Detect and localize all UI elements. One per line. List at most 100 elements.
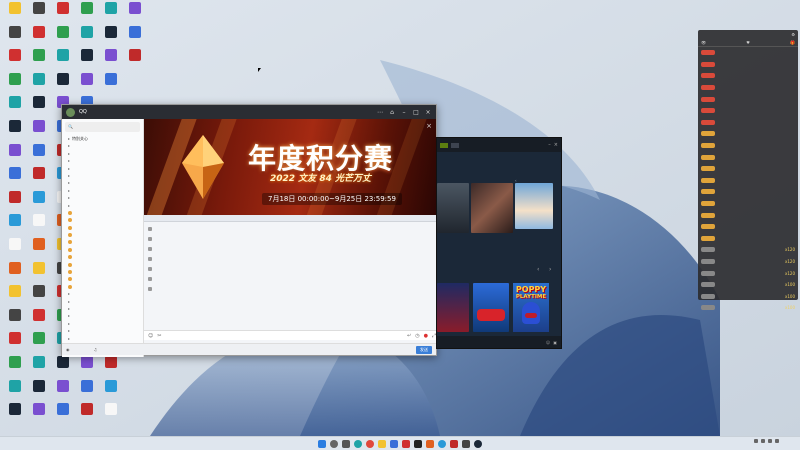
- contact-group[interactable]: [62, 142, 143, 149]
- desktop-shortcut-icon[interactable]: [28, 2, 50, 26]
- desktop-shortcut-icon[interactable]: [28, 72, 50, 97]
- steam-minimize-icon[interactable]: –: [548, 142, 551, 148]
- chat-settings-icon[interactable]: ⚙: [791, 32, 795, 37]
- desktop-shortcut-icon[interactable]: [76, 25, 98, 50]
- contact-group[interactable]: [62, 305, 143, 312]
- desktop-shortcut-icon[interactable]: [100, 72, 122, 97]
- app-icon-3[interactable]: [426, 439, 434, 448]
- contact-group[interactable]: [62, 335, 143, 342]
- contact-group[interactable]: 特别关心: [62, 135, 143, 142]
- desktop-shortcut-icon[interactable]: [4, 25, 26, 50]
- contact-search-input[interactable]: 🔍: [65, 122, 140, 132]
- desktop-shortcut-icon[interactable]: [28, 143, 50, 168]
- tray-chevron-icon[interactable]: [754, 439, 758, 443]
- desktop-shortcut-icon[interactable]: [28, 25, 50, 50]
- steam-status-chip[interactable]: [440, 142, 448, 148]
- contact-item[interactable]: [62, 216, 143, 223]
- maximize-icon[interactable]: □: [412, 109, 420, 116]
- desktop-shortcut-icon[interactable]: [100, 2, 122, 26]
- contact-group[interactable]: [62, 194, 143, 201]
- desktop-shortcut-icon[interactable]: [28, 356, 50, 380]
- contact-group[interactable]: [62, 312, 143, 319]
- desktop-shortcut-icon[interactable]: [4, 332, 26, 356]
- featured-game-tile-main[interactable]: [471, 183, 513, 233]
- desktop-shortcut-icon[interactable]: [28, 49, 50, 73]
- start-windows-icon[interactable]: [318, 439, 326, 448]
- store-icon[interactable]: [390, 439, 398, 448]
- desktop-shortcut-icon[interactable]: [124, 49, 146, 73]
- desktop-shortcut-icon[interactable]: [52, 2, 74, 26]
- game-tile-poppy-playtime[interactable]: POPPY PLAYTIME: [513, 283, 549, 332]
- send-button[interactable]: 发送: [416, 345, 432, 354]
- steam-toolbar[interactable]: – ×: [437, 138, 561, 152]
- desktop-shortcut-icon[interactable]: [76, 49, 98, 73]
- contact-item[interactable]: [62, 231, 143, 238]
- desktop-shortcut-icon[interactable]: [28, 285, 50, 309]
- app-icon-1[interactable]: [402, 439, 410, 448]
- network-icon[interactable]: [768, 439, 772, 443]
- qq-chat-window[interactable]: QQ ⋯ ⌂ – □ × 🔍 特别关心 年度积分赛 2022 文友 84 光芒万…: [61, 104, 437, 357]
- desktop-shortcut-icon[interactable]: [52, 356, 74, 380]
- contact-item[interactable]: [62, 209, 143, 216]
- search-icon[interactable]: [330, 439, 338, 448]
- desktop-shortcut-icon[interactable]: [4, 285, 26, 309]
- desktop-shortcut-icon[interactable]: [4, 403, 26, 427]
- desktop-shortcut-icon[interactable]: [28, 238, 50, 262]
- contact-item[interactable]: [62, 238, 143, 245]
- contact-group[interactable]: [62, 320, 143, 327]
- desktop-shortcut-icon[interactable]: [4, 356, 26, 380]
- desktop-shortcut-icon[interactable]: [28, 403, 50, 427]
- desktop-shortcut-icon[interactable]: [28, 214, 50, 238]
- contact-group[interactable]: [62, 290, 143, 297]
- desktop-shortcut-icon[interactable]: [76, 379, 98, 404]
- desktop-shortcut-icon[interactable]: [76, 72, 98, 97]
- desktop-shortcut-icon[interactable]: [4, 120, 26, 144]
- desktop-shortcut-icon[interactable]: [4, 214, 26, 238]
- profile-avatar-icon[interactable]: ◉: [66, 347, 70, 352]
- desktop-shortcut-icon[interactable]: [124, 2, 146, 26]
- contact-group[interactable]: [62, 150, 143, 157]
- contact-item[interactable]: [62, 246, 143, 253]
- clock-icon[interactable]: ◷: [415, 333, 419, 339]
- home-icon[interactable]: ⌂: [388, 109, 396, 116]
- scissors-icon[interactable]: ✂: [157, 333, 161, 339]
- contact-group[interactable]: [62, 187, 143, 194]
- desktop-shortcut-icon[interactable]: [4, 167, 26, 191]
- desktop-shortcut-icon[interactable]: [4, 143, 26, 168]
- input-toolbar[interactable]: ☺ ✂ ↵ ◷ ● ⤢: [144, 330, 436, 340]
- desktop-shortcut-icon[interactable]: [124, 25, 146, 50]
- desktop-shortcut-icon[interactable]: [4, 238, 26, 262]
- desktop-shortcut-icon[interactable]: [52, 403, 74, 427]
- app-icon-2[interactable]: [414, 439, 422, 448]
- contact-group[interactable]: [62, 165, 143, 172]
- contact-group[interactable]: [62, 298, 143, 305]
- qq-titlebar[interactable]: QQ ⋯ ⌂ – □ ×: [62, 105, 436, 119]
- featured-game-tile-anime[interactable]: [515, 183, 553, 229]
- desktop-shortcut-icon[interactable]: [52, 379, 74, 404]
- contact-list-panel[interactable]: 🔍 特别关心: [62, 119, 144, 357]
- promo-banner[interactable]: 年度积分赛 2022 文友 84 光芒万丈 7月18日 00:00:00~9月2…: [144, 119, 436, 215]
- app-icon-4[interactable]: [450, 439, 458, 448]
- steam-close-icon[interactable]: ×: [554, 142, 558, 148]
- chrome-icon[interactable]: [366, 439, 374, 448]
- steam-chat-icon[interactable]: ▣: [553, 340, 557, 345]
- contact-item[interactable]: [62, 268, 143, 275]
- steam-friends-icon[interactable]: ☺: [546, 340, 550, 345]
- desktop-shortcut-icon[interactable]: [28, 261, 50, 286]
- contact-item[interactable]: [62, 283, 143, 290]
- contact-group[interactable]: [62, 179, 143, 186]
- desktop-shortcut-icon[interactable]: [28, 167, 50, 191]
- task-view-icon[interactable]: [342, 439, 350, 448]
- banner-close-icon[interactable]: ×: [426, 122, 432, 130]
- game-tile-among[interactable]: [437, 283, 469, 332]
- minimize-icon[interactable]: –: [400, 109, 408, 116]
- desktop-shortcut-icon[interactable]: [4, 261, 26, 286]
- file-explorer-icon[interactable]: [378, 439, 386, 448]
- volume-icon[interactable]: [775, 439, 779, 443]
- music-icon[interactable]: ♫: [94, 347, 98, 352]
- desktop-shortcut-icon[interactable]: [100, 25, 122, 50]
- steam-arrow-left2-icon[interactable]: ‹: [537, 266, 539, 273]
- contact-group[interactable]: [62, 157, 143, 164]
- desktop-shortcut-icon[interactable]: [100, 379, 122, 404]
- desktop-shortcut-icon[interactable]: [52, 25, 74, 50]
